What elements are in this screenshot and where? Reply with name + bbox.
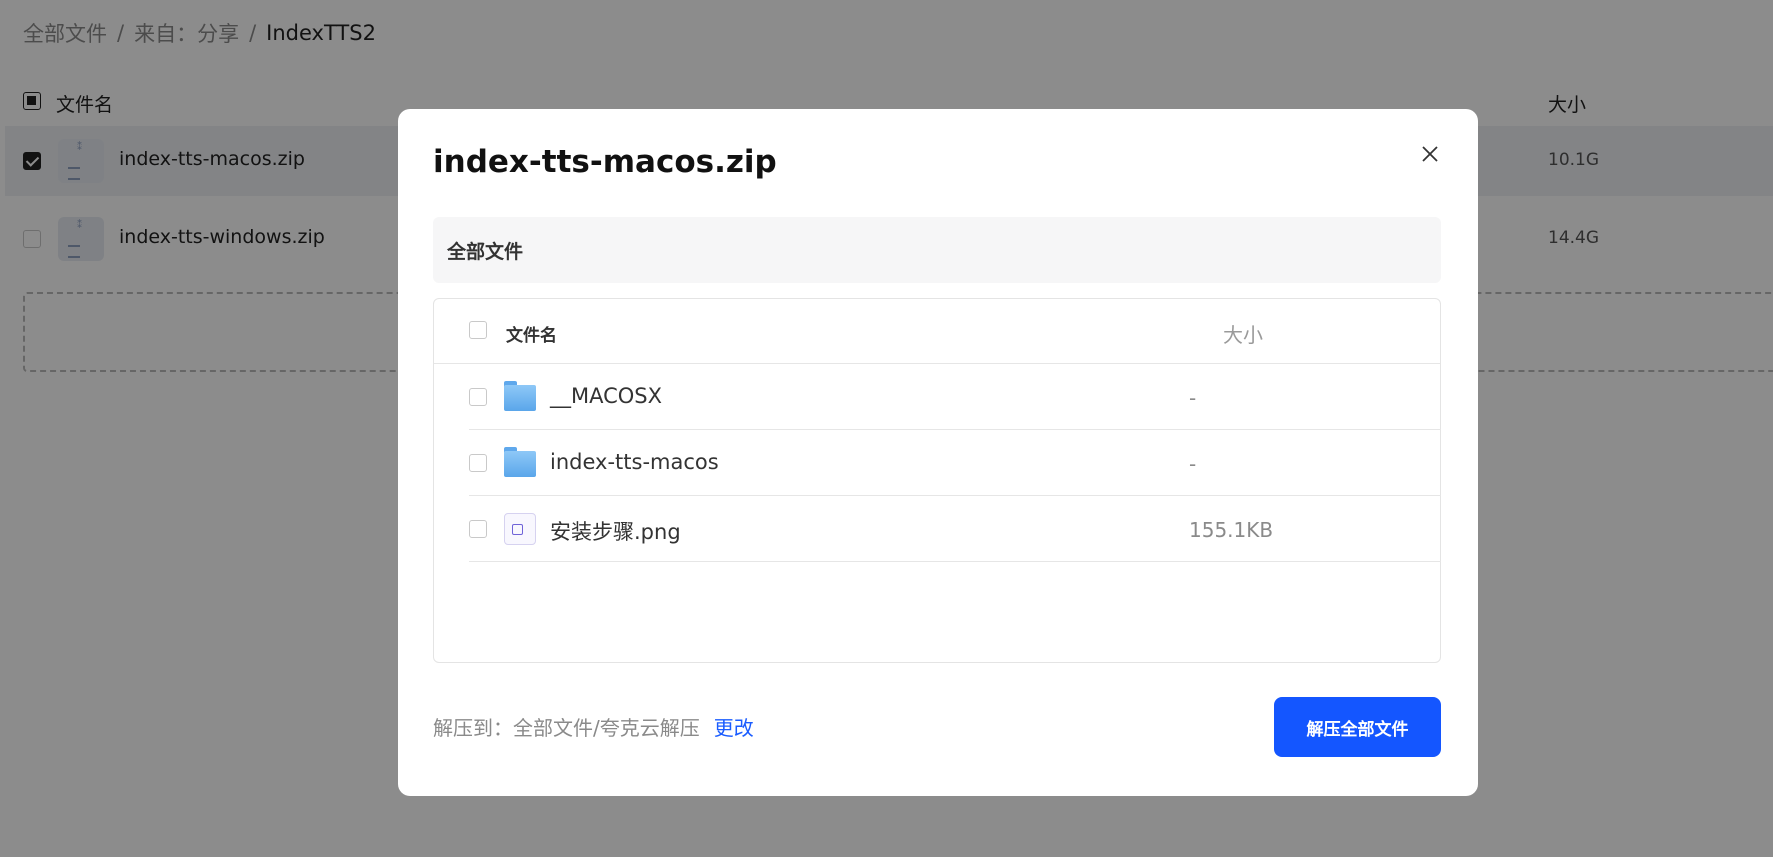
row-checkbox[interactable] (469, 388, 487, 406)
archive-path[interactable]: 全部文件 (447, 237, 523, 264)
extract-destination: 解压到：全部文件/夸克云解压 更改 (433, 712, 754, 741)
row-checkbox[interactable] (469, 520, 487, 538)
table-header: 文件名 大小 (434, 299, 1440, 364)
folder-icon (504, 447, 536, 479)
row-size: - (1189, 452, 1197, 476)
column-header-name: 文件名 (506, 326, 557, 346)
extract-all-button[interactable]: 解压全部文件 (1274, 697, 1441, 757)
dialog-title: index-tts-macos.zip (433, 144, 777, 180)
extract-destination-label: 解压到：全部文件/夸克云解压 (433, 716, 700, 740)
close-button[interactable] (1414, 138, 1446, 170)
row-size: 155.1KB (1189, 518, 1274, 542)
row-size: - (1189, 386, 1197, 410)
close-icon (1422, 146, 1438, 162)
select-all-checkbox[interactable] (469, 321, 487, 339)
column-header-size: 大小 (1223, 323, 1263, 347)
table-row[interactable]: __MACOSX - (469, 364, 1441, 430)
row-name[interactable]: __MACOSX (550, 384, 662, 408)
table-row[interactable]: 安装步骤.png 155.1KB (469, 496, 1441, 562)
row-checkbox[interactable] (469, 454, 487, 472)
row-name[interactable]: index-tts-macos (550, 450, 719, 474)
archive-path-bar: 全部文件 (433, 217, 1441, 283)
image-file-icon (504, 513, 536, 545)
table-row[interactable]: index-tts-macos - (469, 430, 1441, 496)
folder-icon (504, 381, 536, 413)
archive-file-table: 文件名 大小 __MACOSX - index-tts-macos - 安装步骤… (433, 298, 1441, 663)
extract-dialog: index-tts-macos.zip 全部文件 文件名 大小 __MACOSX… (398, 109, 1478, 796)
change-destination-link[interactable]: 更改 (714, 716, 754, 740)
row-name[interactable]: 安装步骤.png (550, 516, 681, 546)
